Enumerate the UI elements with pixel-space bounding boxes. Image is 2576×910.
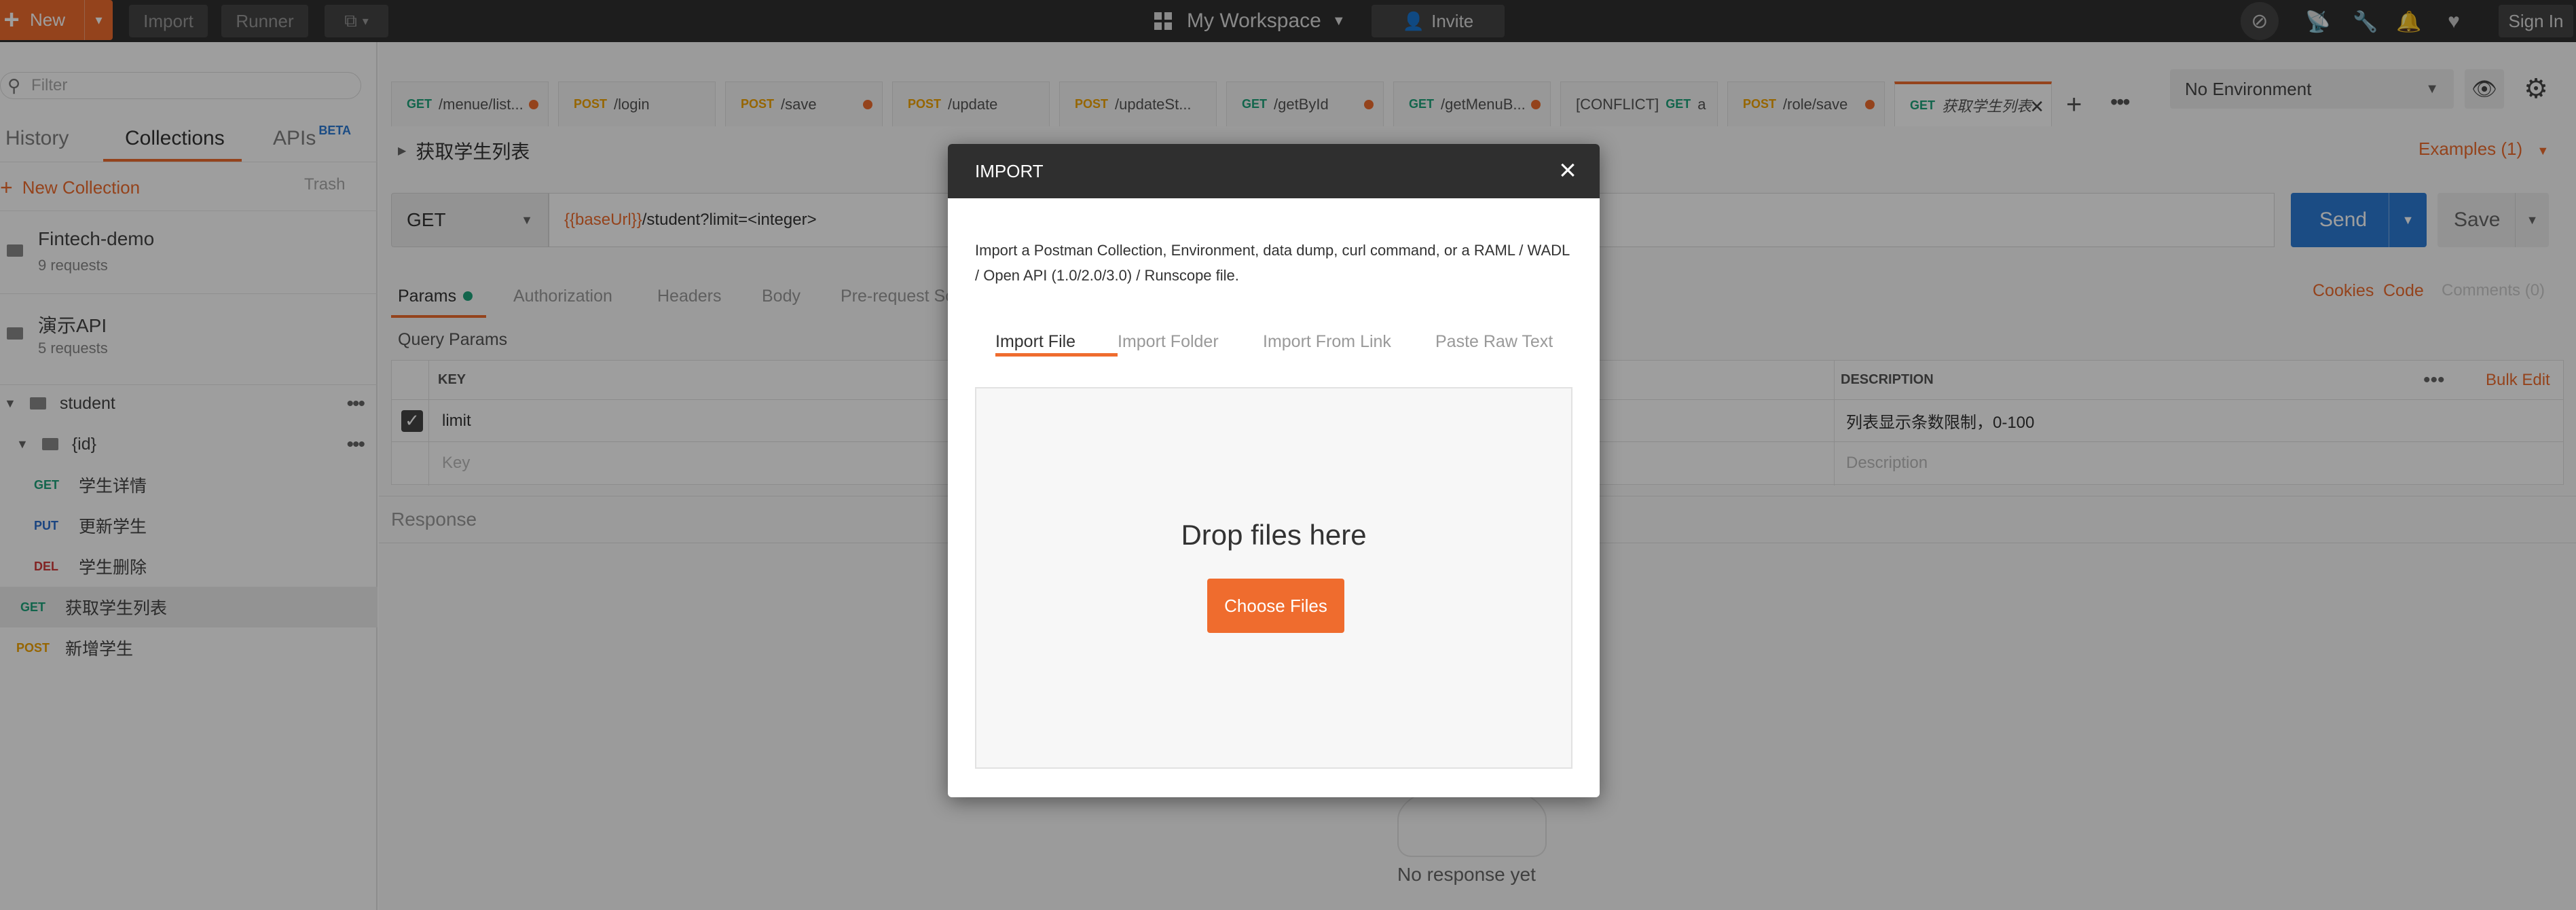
choose-files-button[interactable]: Choose Files: [1207, 579, 1344, 633]
modal-description: Import a Postman Collection, Environment…: [975, 242, 1570, 284]
modal-header: IMPORT ×: [948, 144, 1600, 198]
close-icon[interactable]: ×: [1551, 153, 1585, 187]
active-tab-indicator: [995, 353, 1118, 357]
drop-files-text: Drop files here: [1181, 519, 1367, 551]
tab-import-from-link[interactable]: Import From Link: [1263, 322, 1391, 361]
file-drop-zone[interactable]: Drop files here Choose Files: [975, 387, 1572, 769]
tab-import-folder[interactable]: Import Folder: [1118, 322, 1219, 361]
import-modal: IMPORT × Import a Postman Collection, En…: [948, 144, 1600, 797]
modal-title: IMPORT: [975, 160, 1044, 181]
tab-paste-raw-text[interactable]: Paste Raw Text: [1435, 322, 1553, 361]
